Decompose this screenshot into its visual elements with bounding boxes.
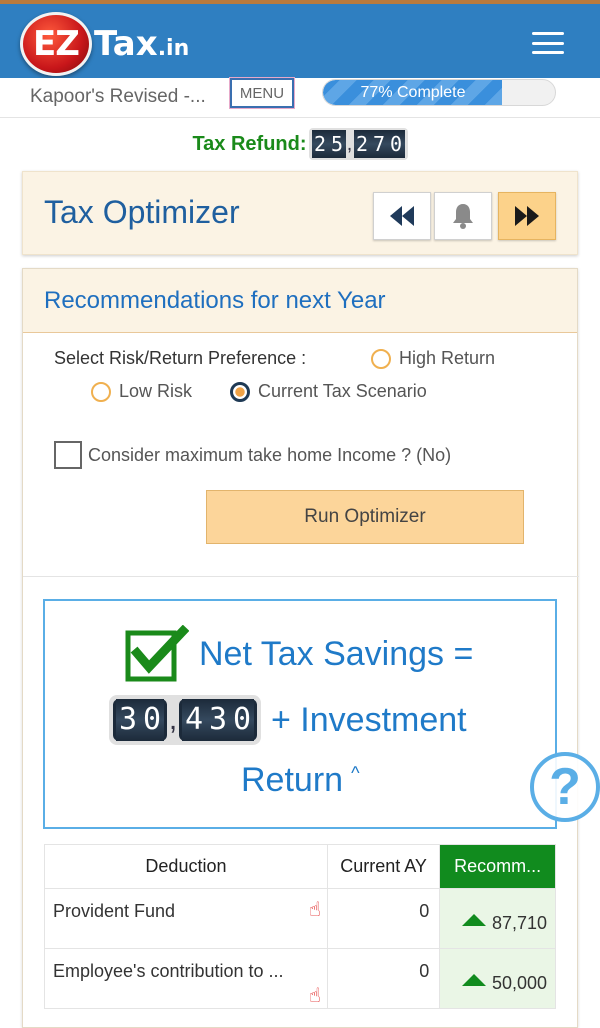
savings-line: Net Tax Savings = <box>125 625 473 683</box>
bell-icon <box>453 204 473 229</box>
column-header-deduction[interactable]: Deduction <box>44 844 328 889</box>
table-header-row: Deduction Current AY Recomm... <box>44 844 556 889</box>
current-ay-cell: 0 <box>326 888 441 949</box>
savings-counter: 3 0 , 4 3 0 <box>109 695 261 745</box>
menu-button[interactable]: MENU <box>230 78 294 108</box>
refund-digit: 0 <box>387 130 405 158</box>
run-optimizer-button[interactable]: Run Optimizer <box>206 490 524 544</box>
radio-circle <box>91 381 111 402</box>
deductions-table: Deduction Current AY Recomm... Provident… <box>44 844 556 1009</box>
radio-current-tax-scenario[interactable]: Current Tax Scenario <box>230 381 427 402</box>
hamburger-icon[interactable] <box>532 32 564 54</box>
savings-digit: 3 <box>206 699 230 741</box>
preference-label: Select Risk/Return Preference : <box>54 348 307 368</box>
savings-line: 3 0 , 4 3 0 + Investment <box>109 695 467 745</box>
logo-mark: EZ <box>33 24 80 64</box>
previous-button[interactable] <box>373 192 431 240</box>
checkmark-icon <box>125 625 189 682</box>
logo-text: Tax.in <box>94 24 189 64</box>
pointer-hand-icon[interactable]: ☝ <box>309 897 321 922</box>
logo-text-suffix: .in <box>157 36 190 61</box>
deduction-name: Provident Fund <box>53 901 176 921</box>
recommended-value: 87,710 <box>491 913 547 933</box>
savings-digit: 3 <box>116 699 140 741</box>
consider-take-home-checkbox[interactable] <box>54 441 82 469</box>
column-header-recommended[interactable]: Recomm... <box>439 844 556 889</box>
refund-digit: 7 <box>370 130 388 158</box>
savings-comma: , <box>168 703 178 736</box>
arrow-up-icon <box>461 974 486 986</box>
savings-digit: 0 <box>230 699 254 741</box>
consider-take-home-label: Consider maximum take home Income ? (No) <box>88 444 452 465</box>
deduction-name: Employee's contribution to ... <box>53 961 284 981</box>
radio-circle-selected <box>230 381 250 402</box>
pointer-hand-icon[interactable]: ☝ <box>309 983 321 1008</box>
tax-optimizer-panel: Tax Optimizer <box>22 171 578 255</box>
app-header: EZ Tax.in <box>0 0 600 78</box>
radio-high-return[interactable]: High Return <box>371 348 495 369</box>
return-subbar: Kapoor's Revised -... MENU 77% Complete <box>0 78 600 118</box>
divider <box>23 576 579 577</box>
recommended-value: 50,000 <box>491 973 547 993</box>
recommendations-title: Recommendations for next Year <box>44 287 386 314</box>
radio-low-risk[interactable]: Low Risk <box>91 381 192 402</box>
fast-backward-icon <box>390 206 414 226</box>
radio-label: High Return <box>399 348 496 368</box>
savings-caret: ^ <box>351 762 360 783</box>
deduction-name-cell: Employee's contribution to ... ☝ <box>44 948 328 1009</box>
radio-circle <box>371 348 391 369</box>
page-title: Tax Optimizer <box>44 194 240 230</box>
logo-text-main: Tax <box>94 24 158 64</box>
savings-line: Return ^ <box>241 761 360 800</box>
column-header-current-ay[interactable]: Current AY <box>326 844 441 889</box>
savings-digit: 0 <box>140 699 164 741</box>
notifications-button[interactable] <box>434 192 492 240</box>
refund-digit: 5 <box>328 130 346 158</box>
progress-bar: 77% Complete <box>322 79 556 106</box>
net-tax-savings-box: Net Tax Savings = 3 0 , 4 3 0 + Investme… <box>43 599 557 829</box>
recommended-cell: 87,710 <box>439 888 556 949</box>
tax-refund-counter: 2 5 , 2 7 0 <box>308 128 408 160</box>
recommended-cell: 50,000 <box>439 948 556 1009</box>
savings-suffix: + Investment <box>271 700 467 739</box>
deduction-name-cell: Provident Fund ☝ <box>44 888 328 949</box>
table-row[interactable]: Provident Fund ☝ 0 87,710 <box>44 888 556 949</box>
tax-refund-label: Tax Refund: <box>192 132 307 155</box>
table-row[interactable]: Employee's contribution to ... ☝ 0 50,00… <box>44 948 556 1009</box>
progress-label: 77% Complete <box>360 83 466 101</box>
recommendations-header: Recommendations for next Year <box>23 269 577 333</box>
next-button[interactable] <box>498 192 556 240</box>
refund-digit: 2 <box>311 130 329 158</box>
eztax-logo[interactable]: EZ Tax.in <box>20 10 189 78</box>
savings-prefix: Net Tax Savings = <box>199 634 474 673</box>
savings-return-text: Return <box>241 761 344 799</box>
refund-digit: 2 <box>353 130 371 158</box>
logo-badge: EZ <box>20 12 92 76</box>
refund-comma: , <box>346 132 353 155</box>
help-icon[interactable]: ? <box>530 752 600 822</box>
consider-take-home-row[interactable]: Consider maximum take home Income ? (No) <box>54 441 451 469</box>
fast-forward-icon <box>515 206 539 226</box>
radio-label: Low Risk <box>119 381 193 401</box>
current-ay-cell: 0 <box>326 948 441 1009</box>
arrow-up-icon <box>461 914 486 926</box>
tax-refund: Tax Refund: 2 5 , 2 7 0 <box>0 126 600 162</box>
return-name[interactable]: Kapoor's Revised -... <box>30 86 206 108</box>
radio-label: Current Tax Scenario <box>258 381 427 401</box>
savings-digit: 4 <box>182 699 206 741</box>
